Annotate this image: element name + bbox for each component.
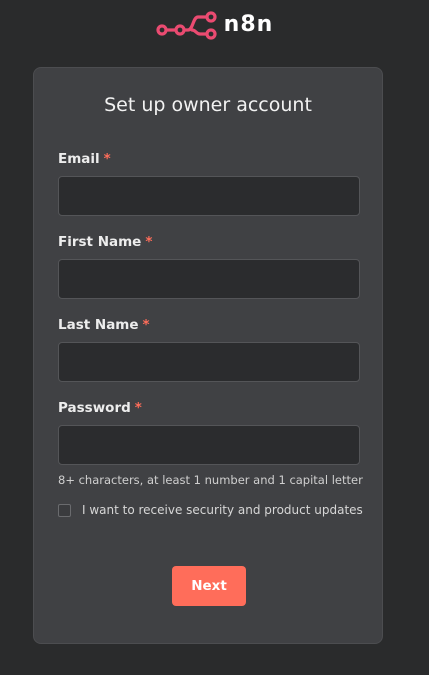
logo: n8n <box>156 10 274 40</box>
email-label: Email * <box>58 151 111 167</box>
required-marker: * <box>142 317 150 333</box>
required-marker: * <box>103 151 111 167</box>
updates-checkbox-label[interactable]: I want to receive security and product u… <box>82 502 363 518</box>
email-input[interactable] <box>58 176 360 216</box>
required-marker: * <box>145 234 153 250</box>
first-name-input[interactable] <box>58 259 360 299</box>
next-button[interactable]: Next <box>172 566 246 606</box>
required-marker: * <box>134 400 142 416</box>
last-name-input[interactable] <box>58 342 360 382</box>
first-name-label: First Name * <box>58 234 153 250</box>
page-title: Set up owner account <box>104 94 312 116</box>
logo-text: n8n <box>223 12 274 37</box>
updates-checkbox-row[interactable]: I want to receive security and product u… <box>58 502 363 518</box>
setup-card: Set up owner account Email * First Name * … <box>33 67 383 644</box>
password-hint: 8+ characters, at least 1 number and 1 c… <box>58 473 363 487</box>
app-header: n8n <box>0 0 429 54</box>
updates-checkbox[interactable] <box>58 503 71 517</box>
password-label: Password * <box>58 400 142 416</box>
password-input[interactable] <box>58 425 360 465</box>
n8n-logo-icon <box>156 11 217 40</box>
last-name-label: Last Name * <box>58 317 150 333</box>
